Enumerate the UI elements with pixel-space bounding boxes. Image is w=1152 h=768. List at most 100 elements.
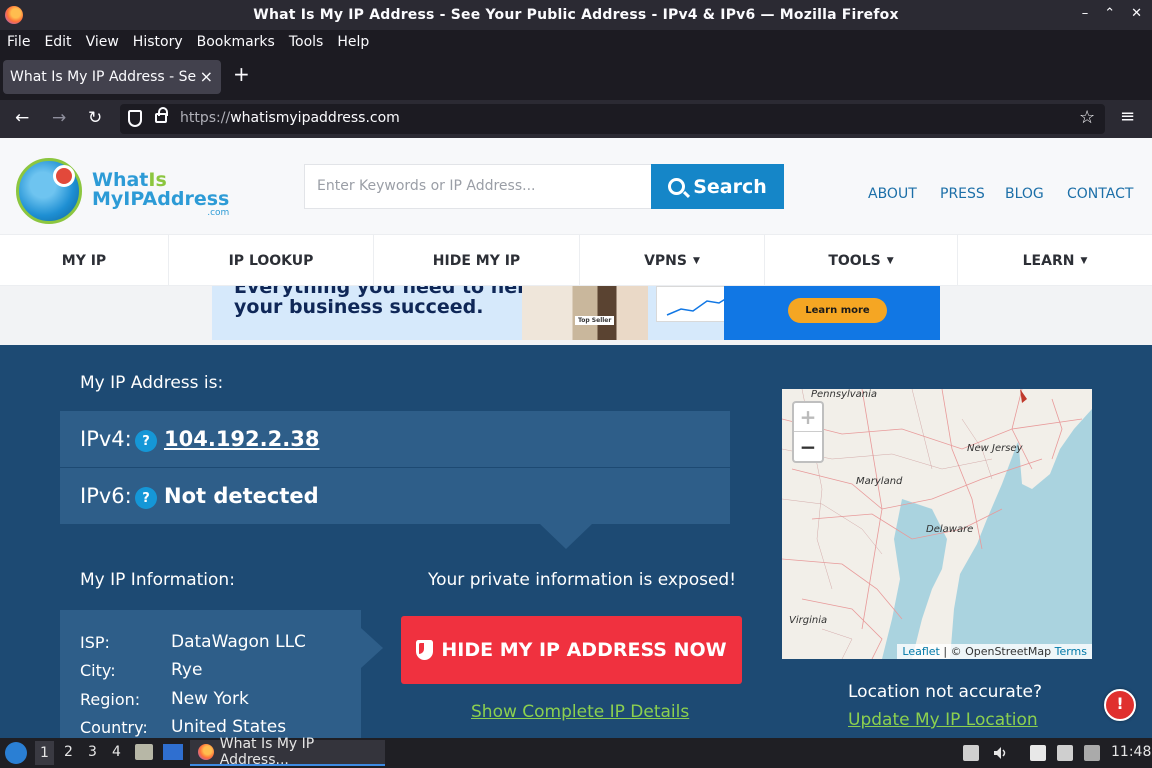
link-contact[interactable]: CONTACT: [1067, 186, 1133, 202]
nav-hide-my-ip[interactable]: HIDE MY IP: [374, 235, 580, 286]
web-page: WhatIs MyIPAddress .com Enter Keywords o…: [0, 138, 1152, 738]
region-value: New York: [171, 689, 249, 709]
ip-divider: [60, 467, 730, 468]
update-location-link[interactable]: Update My IP Location: [848, 710, 1038, 730]
tracking-protection-icon[interactable]: [128, 110, 142, 127]
nav-ip-lookup[interactable]: IP LOOKUP: [169, 235, 374, 286]
file-manager-icon[interactable]: [135, 744, 153, 760]
close-tab-icon[interactable]: ×: [200, 67, 213, 86]
firefox-logo-icon: [5, 6, 23, 24]
url-text[interactable]: https://whatismyipaddress.com: [180, 110, 400, 126]
nav-my-ip[interactable]: MY IP: [0, 235, 169, 286]
new-tab-icon[interactable]: +: [233, 62, 250, 86]
search-input[interactable]: Enter Keywords or IP Address...: [304, 164, 652, 209]
location-map[interactable]: Pennsylvania New Jersey Maryland Delawar…: [782, 389, 1092, 659]
advertisement-banner[interactable]: Everything you need to help your busines…: [212, 286, 940, 340]
taskbar-firefox-window[interactable]: What Is My IP Address...: [190, 736, 385, 768]
search-button[interactable]: Search: [651, 164, 784, 209]
window-titlebar: What Is My IP Address - See Your Public …: [0, 0, 1152, 30]
bookmark-star-icon[interactable]: ☆: [1079, 107, 1095, 128]
leaflet-link[interactable]: Leaflet: [902, 645, 939, 658]
app-menu-icon[interactable]: ≡: [1120, 106, 1135, 127]
link-blog[interactable]: BLOG: [1005, 186, 1044, 202]
country-value: United States: [171, 717, 287, 737]
ad-learn-more-button[interactable]: Learn more: [788, 298, 887, 323]
caret-down-icon: ▼: [692, 255, 700, 266]
desktop-icon[interactable]: [163, 744, 183, 760]
zoom-in-icon[interactable]: +: [794, 403, 822, 432]
tray-app-icon[interactable]: [1084, 745, 1100, 761]
site-logo-globe-icon[interactable]: [16, 158, 82, 224]
lock-icon[interactable]: [155, 107, 168, 123]
network-icon[interactable]: [1057, 745, 1073, 761]
city-label: City:: [80, 661, 116, 680]
ad-product-image: [522, 286, 648, 340]
notes-icon[interactable]: [1030, 745, 1046, 761]
map-label-delaware: Delaware: [926, 524, 974, 535]
menu-edit[interactable]: Edit: [44, 34, 71, 50]
menu-history[interactable]: History: [133, 34, 183, 50]
search-icon: [668, 178, 686, 195]
volume-icon[interactable]: [992, 745, 1008, 761]
nav-label: HIDE MY IP: [432, 252, 521, 269]
menu-tools[interactable]: Tools: [289, 34, 324, 50]
map-label-new-jersey: New Jersey: [967, 443, 1023, 454]
ipv6-help-icon[interactable]: ?: [135, 487, 157, 509]
hide-my-ip-button-label: HIDE MY IP ADDRESS NOW: [441, 639, 727, 661]
hide-my-ip-button[interactable]: HIDE MY IP ADDRESS NOW: [401, 616, 742, 684]
menu-file[interactable]: File: [7, 34, 30, 50]
link-press[interactable]: PRESS: [940, 186, 985, 202]
ipv4-help-icon[interactable]: ?: [135, 430, 157, 452]
workspace-4[interactable]: 4: [112, 744, 121, 760]
back-icon[interactable]: ←: [15, 108, 29, 128]
menu-bar: File Edit View History Bookmarks Tools H…: [0, 30, 1152, 54]
close-window-icon[interactable]: ✕: [1131, 6, 1142, 21]
city-value: Rye: [171, 660, 203, 680]
nav-label: TOOLS: [828, 252, 881, 269]
menu-view[interactable]: View: [86, 34, 119, 50]
tab-whatismyip[interactable]: What Is My IP Address - See Your Public …: [3, 60, 221, 94]
isp-label: ISP:: [80, 633, 110, 652]
system-taskbar: 1 2 3 4 What Is My IP Address... 11:48: [0, 736, 1152, 768]
exposed-warning: Your private information is exposed!: [428, 570, 737, 590]
forward-icon[interactable]: →: [52, 108, 66, 128]
ipv6-label: IPv6:: [80, 484, 132, 508]
search-button-label: Search: [693, 175, 767, 198]
firefox-icon: [198, 744, 214, 760]
window-controls: – ⌃ ✕: [1082, 6, 1142, 21]
region-label: Region:: [80, 690, 141, 709]
screen: What Is My IP Address - See Your Public …: [0, 0, 1152, 768]
map-label-pennsylvania: Pennsylvania: [811, 389, 878, 400]
ipv6-value: Not detected: [164, 484, 319, 508]
url-host: whatismyipaddress.com: [230, 110, 400, 126]
notification-alert-icon[interactable]: [1104, 689, 1136, 721]
workspace-2[interactable]: 2: [64, 744, 73, 760]
nav-tools[interactable]: TOOLS ▼: [765, 235, 958, 286]
show-details-link[interactable]: Show Complete IP Details: [471, 702, 689, 722]
location-question: Location not accurate?: [848, 682, 1042, 702]
menu-help[interactable]: Help: [337, 34, 369, 50]
start-menu-icon[interactable]: [5, 742, 27, 764]
menu-bookmarks[interactable]: Bookmarks: [197, 34, 275, 50]
caret-down-icon: ▼: [1080, 255, 1088, 266]
ip-box-pointer: [540, 524, 592, 549]
maximize-icon[interactable]: ⌃: [1104, 6, 1115, 21]
terms-link[interactable]: Terms: [1055, 645, 1087, 658]
clipboard-icon[interactable]: [963, 745, 979, 761]
link-about[interactable]: ABOUT: [868, 186, 917, 202]
ipv4-value[interactable]: 104.192.2.38: [164, 427, 319, 451]
ip-address-box: IPv4: ? 104.192.2.38 IPv6: ? Not detecte…: [60, 411, 730, 549]
zoom-out-icon[interactable]: −: [794, 432, 822, 461]
nav-vpns[interactable]: VPNS ▼: [580, 235, 765, 286]
site-logo-text[interactable]: WhatIs MyIPAddress .com: [92, 171, 229, 218]
workspace-3[interactable]: 3: [88, 744, 97, 760]
minimize-icon[interactable]: –: [1082, 6, 1089, 21]
reload-icon[interactable]: ↻: [88, 108, 102, 128]
navigation-bar: ← → ↻ https://whatismyipaddress.com ☆ ≡: [0, 100, 1152, 138]
country-label: Country:: [80, 718, 148, 737]
tab-label: What Is My IP Address - See Your Public …: [10, 69, 196, 85]
nav-label: MY IP: [61, 252, 107, 269]
nav-learn[interactable]: LEARN ▼: [958, 235, 1152, 286]
workspace-1[interactable]: 1: [35, 741, 54, 765]
url-bar[interactable]: https://whatismyipaddress.com: [120, 104, 1105, 134]
